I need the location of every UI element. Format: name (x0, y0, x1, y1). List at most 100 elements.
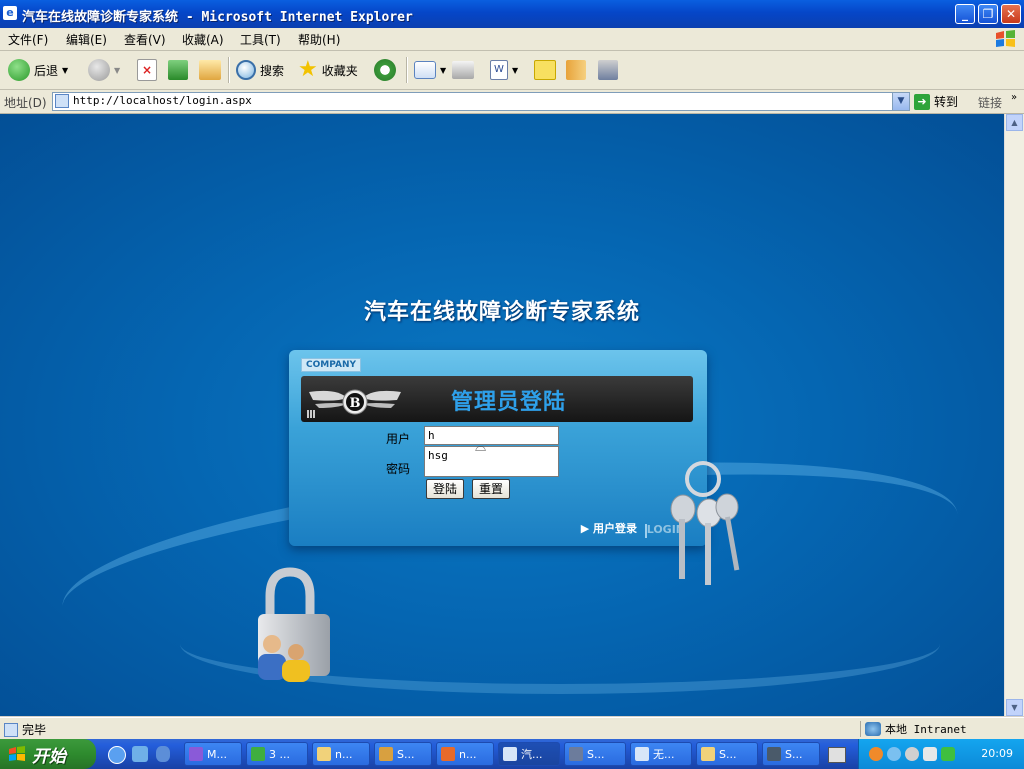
stop-button[interactable]: × (137, 56, 157, 84)
links-button[interactable]: 链接 (978, 94, 1002, 111)
taskbar-item[interactable]: S... (564, 742, 626, 766)
discuss-button[interactable] (534, 56, 556, 84)
keyboard-icon[interactable] (828, 747, 846, 763)
toolbar-separator (406, 57, 408, 83)
windows-flag-icon (9, 746, 25, 761)
taskbar-item[interactable]: n... (436, 742, 494, 766)
refresh-button[interactable] (168, 56, 188, 84)
quicklaunch-media-icon[interactable] (156, 746, 170, 762)
company-tag: COMPANY (301, 358, 361, 372)
taskbar-item-active[interactable]: 汽... (498, 742, 560, 766)
close-button[interactable]: ✕ (1001, 4, 1021, 24)
forward-button[interactable]: ▼ (88, 56, 120, 84)
note-icon (534, 60, 556, 80)
tray-icon[interactable] (941, 747, 955, 761)
login-panel: COMPANY B 管理员登陆 用户 h 密码 hsg ⌓ 登陆 重置 ▶ 用户… (289, 350, 707, 546)
menu-view[interactable]: 查看(V) (124, 31, 166, 48)
title-bar: e 汽车在线故障诊断专家系统 - Microsoft Internet Expl… (0, 0, 1024, 28)
taskbar-item[interactable]: S... (374, 742, 432, 766)
page-viewport: 汽车在线故障诊断专家系统 COMPANY B 管理员登陆 用户 h 密码 hsg… (0, 114, 1004, 716)
intranet-icon (865, 722, 881, 736)
start-label: 开始 (32, 746, 66, 767)
taskbar-item[interactable]: M... (184, 742, 242, 766)
taskbar-item[interactable]: 3 ... (246, 742, 308, 766)
mail-dropdown-icon[interactable]: ▼ (440, 66, 446, 75)
menu-bar: 文件(F) 编辑(E) 查看(V) 收藏(A) 工具(T) 帮助(H) (0, 28, 1024, 51)
login-button[interactable]: 登陆 (426, 479, 464, 499)
mail-button[interactable]: ▼ (414, 56, 446, 84)
forward-dropdown-icon[interactable]: ▼ (114, 66, 120, 75)
system-tray: 20:09 (858, 739, 1024, 769)
reset-button[interactable]: 重置 (472, 479, 510, 499)
back-button[interactable]: 后退 ▼ (8, 56, 68, 84)
history-button[interactable] (374, 56, 396, 84)
toolbar-separator (228, 57, 230, 83)
back-label: 后退 (34, 63, 59, 78)
go-button[interactable]: ➜ 转到 (914, 93, 958, 110)
address-dropdown-icon[interactable]: ▼ (892, 93, 909, 110)
edit-dropdown-icon[interactable]: ▼ (512, 66, 518, 75)
menu-help[interactable]: 帮助(H) (298, 31, 340, 48)
tray-icon[interactable] (923, 747, 937, 761)
menu-edit[interactable]: 编辑(E) (66, 31, 107, 48)
dots-decoration (307, 410, 315, 418)
favorites-label: 收藏夹 (321, 63, 358, 78)
page-icon (55, 94, 69, 108)
go-arrow-icon: ➜ (914, 93, 930, 110)
print-icon (452, 61, 474, 79)
username-input[interactable]: h (424, 426, 559, 445)
toolbar: 后退 ▼ ▼ × 搜索 ★ 收藏夹 ▼ W ▼ (0, 51, 1024, 90)
user-login-link[interactable]: ▶ 用户登录 (581, 520, 637, 536)
clock: 20:09 (981, 747, 1013, 760)
go-label: 转到 (934, 95, 959, 109)
admin-login-title: 管理员登陆 (451, 390, 567, 415)
tray-icon[interactable] (905, 747, 919, 761)
system-title: 汽车在线故障诊断专家系统 (363, 300, 640, 325)
page-done-icon (4, 722, 18, 737)
menu-favorites[interactable]: 收藏(A) (182, 31, 224, 48)
scroll-down-icon[interactable]: ▼ (1006, 699, 1023, 716)
minimize-button[interactable]: _ (955, 4, 975, 24)
taskbar-item[interactable]: S... (696, 742, 758, 766)
taskbar-item[interactable]: n... (312, 742, 370, 766)
research-button[interactable] (566, 56, 586, 84)
zone-text: 本地 Intranet (885, 723, 967, 736)
taskbar: 开始 M... 3 ... n... S... n... 汽... S... 无… (0, 739, 1024, 769)
messenger-icon (598, 60, 618, 80)
vertical-scrollbar[interactable]: ▲ ▼ (1004, 114, 1024, 716)
status-zone: 本地 Intranet (860, 721, 967, 737)
mouse-cursor-icon: ⌓ (475, 439, 487, 455)
quicklaunch-desktop-icon[interactable] (132, 746, 148, 762)
ie-icon: e (3, 6, 17, 20)
taskbar-item[interactable]: 无... (630, 742, 692, 766)
address-url[interactable]: http://localhost/login.aspx (73, 94, 252, 107)
home-button[interactable] (199, 56, 221, 84)
maximize-button[interactable]: ❐ (978, 4, 998, 24)
tray-icon[interactable] (887, 747, 901, 761)
menu-tools[interactable]: 工具(T) (240, 31, 281, 48)
start-button[interactable]: 开始 (0, 739, 96, 769)
search-label: 搜索 (260, 63, 285, 78)
search-button[interactable]: 搜索 (236, 56, 284, 84)
print-button[interactable] (452, 56, 474, 84)
taskbar-item[interactable]: S... (762, 742, 820, 766)
edit-button[interactable]: W ▼ (490, 56, 518, 84)
menu-file[interactable]: 文件(F) (8, 31, 48, 48)
status-bar: 完毕 本地 Intranet (0, 717, 1024, 739)
word-edit-icon: W (490, 60, 508, 80)
book-icon (566, 60, 586, 80)
status-text: 完毕 (22, 723, 47, 737)
tray-icon[interactable] (869, 747, 883, 761)
login-header-band: B 管理员登陆 (301, 376, 693, 422)
password-input[interactable]: hsg (424, 446, 559, 470)
links-chevron-icon[interactable]: » (1011, 92, 1017, 103)
back-dropdown-icon[interactable]: ▼ (62, 66, 68, 75)
favorites-button[interactable]: ★ 收藏夹 (298, 56, 358, 84)
messenger-button[interactable] (598, 56, 618, 84)
address-input[interactable]: http://localhost/login.aspx ▼ (52, 92, 910, 111)
quicklaunch-ie-icon[interactable] (108, 746, 126, 764)
password-input-resize (424, 469, 559, 477)
keys-icon (670, 461, 740, 585)
scroll-up-icon[interactable]: ▲ (1006, 114, 1023, 131)
address-bar: 地址(D) http://localhost/login.aspx ▼ ➜ 转到… (0, 90, 1024, 114)
